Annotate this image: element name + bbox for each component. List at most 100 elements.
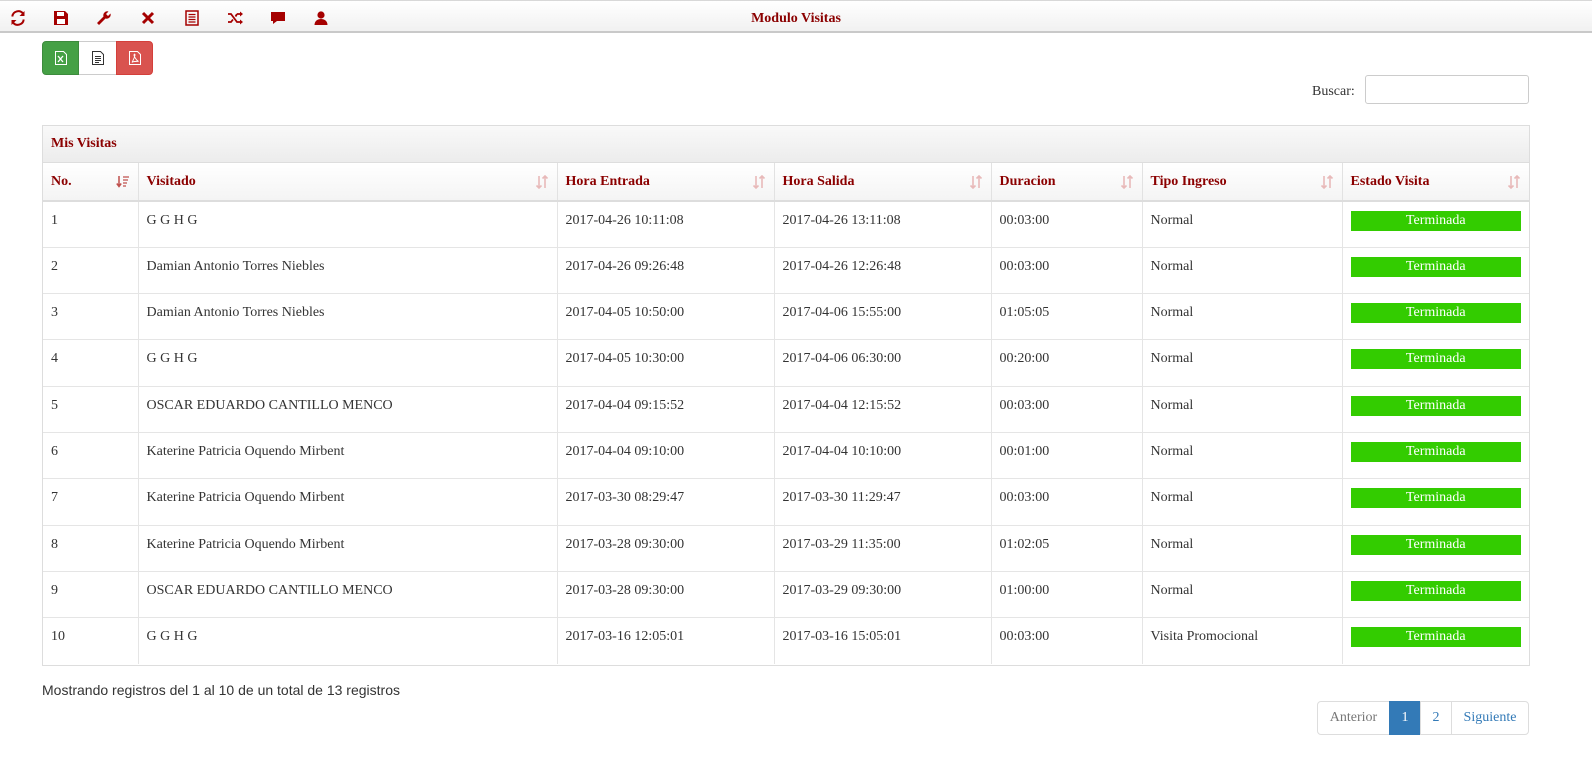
visits-table: No. Visitado Hora Entrada Hora Salida Du… <box>43 163 1529 664</box>
sort-desc-icon <box>115 176 129 188</box>
cell-estado: Terminada <box>1342 431 1529 479</box>
table-row: 1 G G H G 2017-04-26 10:11:08 2017-04-26… <box>43 201 1529 248</box>
cell-visitado: Damian Antonio Torres Niebles <box>138 246 558 294</box>
app-title: Modulo Visitas <box>751 11 841 26</box>
pagination-page-1[interactable]: 1 <box>1389 701 1421 735</box>
sort-icon <box>1507 175 1521 189</box>
export-excel-button[interactable] <box>42 41 79 75</box>
cell-hora-entrada: 2017-04-05 10:50:00 <box>557 293 775 340</box>
cell-duracion: 01:00:00 <box>991 570 1143 618</box>
status-badge: Terminada <box>1350 211 1521 231</box>
cell-no: 6 <box>43 431 139 479</box>
cell-no: 10 <box>43 617 139 664</box>
cell-tipo-ingreso: Normal <box>1142 339 1343 387</box>
cell-no: 1 <box>43 201 139 248</box>
cell-tipo-ingreso: Normal <box>1142 431 1343 479</box>
cell-no: 7 <box>43 478 139 526</box>
cell-duracion: 00:01:00 <box>991 431 1143 479</box>
cell-visitado: OSCAR EDUARDO CANTILLO MENCO <box>138 570 558 618</box>
cell-visitado: G G H G <box>138 201 558 248</box>
cell-no: 9 <box>43 570 139 618</box>
status-badge: Terminada <box>1350 349 1521 370</box>
column-header-hora-entrada[interactable]: Hora Entrada <box>557 163 775 202</box>
cell-duracion: 01:02:05 <box>991 524 1143 572</box>
cell-no: 5 <box>43 385 139 433</box>
top-toolbar: Modulo Visitas <box>0 0 1592 33</box>
cell-duracion: 01:05:05 <box>991 293 1143 340</box>
status-badge: Terminada <box>1350 627 1521 648</box>
cell-tipo-ingreso: Normal <box>1142 385 1343 433</box>
column-header-visitado[interactable]: Visitado <box>138 163 558 202</box>
column-label: Visitado <box>146 173 196 189</box>
table-row: 3 Damian Antonio Torres Niebles 2017-04-… <box>43 293 1529 340</box>
column-label: Hora Entrada <box>565 173 650 189</box>
cell-hora-entrada: 2017-03-30 08:29:47 <box>557 478 775 526</box>
cell-estado: Terminada <box>1342 385 1529 433</box>
cell-tipo-ingreso: Normal <box>1142 201 1343 248</box>
cell-no: 8 <box>43 524 139 572</box>
table-row: 5 OSCAR EDUARDO CANTILLO MENCO 2017-04-0… <box>43 385 1529 433</box>
column-label: Tipo Ingreso <box>1150 173 1227 189</box>
cell-hora-salida: 2017-04-04 10:10:00 <box>774 431 992 479</box>
cell-hora-salida: 2017-03-29 09:30:00 <box>774 570 992 618</box>
column-header-hora-salida[interactable]: Hora Salida <box>774 163 992 202</box>
cell-hora-entrada: 2017-03-16 12:05:01 <box>557 617 775 664</box>
table-row: 8 Katerine Patricia Oquendo Mirbent 2017… <box>43 524 1529 572</box>
pagination-prev-button[interactable]: Anterior <box>1317 701 1390 735</box>
cell-visitado: G G H G <box>138 617 558 664</box>
cell-visitado: OSCAR EDUARDO CANTILLO MENCO <box>138 385 558 433</box>
cell-hora-salida: 2017-04-06 15:55:00 <box>774 293 992 340</box>
cell-duracion: 00:03:00 <box>991 201 1143 248</box>
column-header-no[interactable]: No. <box>43 163 139 202</box>
table-row: 4 G G H G 2017-04-05 10:30:00 2017-04-06… <box>43 339 1529 387</box>
status-badge: Terminada <box>1350 303 1521 324</box>
cell-visitado: Katerine Patricia Oquendo Mirbent <box>138 524 558 572</box>
table-row: 9 OSCAR EDUARDO CANTILLO MENCO 2017-03-2… <box>43 570 1529 618</box>
pdf-file-icon <box>128 51 141 65</box>
table-header-row: No. Visitado Hora Entrada Hora Salida Du… <box>43 163 1529 202</box>
table-row: 7 Katerine Patricia Oquendo Mirbent 2017… <box>43 478 1529 526</box>
search-label: Buscar: <box>1312 84 1355 99</box>
cell-no: 2 <box>43 246 139 294</box>
cell-hora-entrada: 2017-04-26 09:26:48 <box>557 246 775 294</box>
sort-icon <box>752 175 765 189</box>
cell-hora-entrada: 2017-03-28 09:30:00 <box>557 524 775 572</box>
cell-hora-entrada: 2017-03-28 09:30:00 <box>557 570 775 618</box>
export-pdf-button[interactable] <box>116 41 153 75</box>
search-input[interactable] <box>1365 75 1529 104</box>
status-badge: Terminada <box>1350 441 1521 462</box>
pagination: Anterior 1 2 Siguiente <box>1317 701 1529 735</box>
cell-tipo-ingreso: Normal <box>1142 478 1343 526</box>
column-header-estado-visita[interactable]: Estado Visita <box>1342 163 1529 202</box>
column-label: Estado Visita <box>1350 173 1430 189</box>
export-button-group <box>42 41 153 75</box>
column-header-duracion[interactable]: Duracion <box>991 163 1143 202</box>
cell-hora-entrada: 2017-04-04 09:15:52 <box>557 385 775 433</box>
visits-panel: Mis Visitas No. Visitado Hora Entrada Ho… <box>42 125 1530 666</box>
column-header-tipo-ingreso[interactable]: Tipo Ingreso <box>1142 163 1343 202</box>
cell-duracion: 00:20:00 <box>991 339 1143 387</box>
table-row: 6 Katerine Patricia Oquendo Mirbent 2017… <box>43 431 1529 479</box>
excel-file-icon <box>54 51 67 65</box>
sort-icon <box>969 175 982 189</box>
cell-estado: Terminada <box>1342 570 1529 618</box>
cell-duracion: 00:03:00 <box>991 385 1143 433</box>
export-text-button[interactable] <box>79 41 116 75</box>
cell-visitado: Katerine Patricia Oquendo Mirbent <box>138 478 558 526</box>
cell-tipo-ingreso: Normal <box>1142 570 1343 618</box>
status-badge: Terminada <box>1350 256 1521 277</box>
pagination-next-button[interactable]: Siguiente <box>1451 701 1529 735</box>
status-badge: Terminada <box>1350 580 1521 601</box>
cell-tipo-ingreso: Normal <box>1142 246 1343 294</box>
sort-icon <box>535 175 548 189</box>
pagination-page-2[interactable]: 2 <box>1420 701 1452 735</box>
column-label: Hora Salida <box>782 173 855 189</box>
cell-estado: Terminada <box>1342 524 1529 572</box>
cell-estado: Terminada <box>1342 617 1529 664</box>
table-info: Mostrando registros del 1 al 10 de un to… <box>42 682 400 698</box>
cell-no: 3 <box>43 293 139 340</box>
status-badge: Terminada <box>1350 395 1521 416</box>
cell-estado: Terminada <box>1342 478 1529 526</box>
cell-hora-entrada: 2017-04-04 09:10:00 <box>557 431 775 479</box>
cell-tipo-ingreso: Normal <box>1142 293 1343 340</box>
